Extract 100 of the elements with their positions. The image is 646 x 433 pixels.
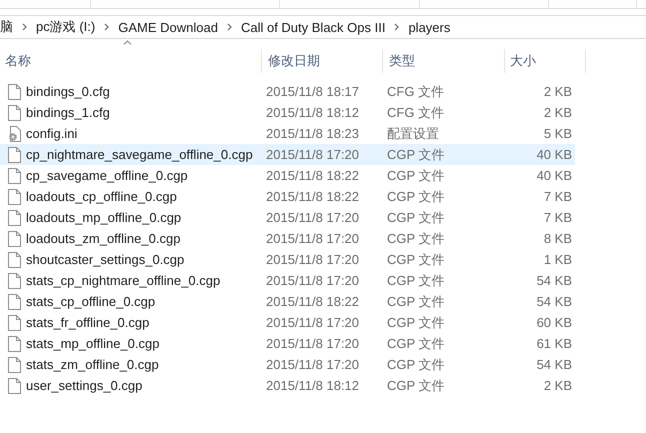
file-size: 60 KB [536,315,573,330]
breadcrumb-item[interactable]: pc游戏 (I:) [32,18,100,36]
chevron-right-icon [22,23,27,31]
document-icon [8,188,21,204]
file-name: stats_mp_offline_0.cgp [26,336,160,351]
file-name: loadouts_cp_offline_0.cgp [26,189,177,204]
document-icon [8,252,21,268]
file-size: 5 KB [542,126,573,141]
file-row[interactable]: stats_cp_nightmare_offline_0.cgp 2015/11/8 17:20 CGP 文件 54 KB [0,270,575,291]
file-row[interactable]: shoutcaster_settings_0.cgp 2015/11/8 17:20 CGP 文件 1 KB [0,249,575,270]
column-header[interactable]: 类型 [383,49,505,73]
file-row[interactable]: config.ini 2015/11/8 18:23 配置设置 5 KB [0,123,575,144]
file-size: 40 KB [536,147,573,162]
file-name: config.ini [26,126,78,141]
file-size: 8 KB [542,231,573,246]
file-type: CGP 文件 [386,376,446,394]
column-header[interactable]: 大小 [505,49,586,73]
chevron-right-icon [226,23,232,31]
document-icon [8,314,21,330]
file-date: 2015/11/8 18:23 [265,126,360,141]
file-date: 2015/11/8 17:20 [265,210,360,225]
file-name: stats_cp_offline_0.cgp [26,294,156,309]
file-date: 2015/11/8 17:20 [265,252,360,267]
file-date: 2015/11/8 17:20 [265,315,360,330]
file-date: 2015/11/8 17:20 [265,147,360,162]
document-icon [8,104,21,120]
file-name: loadouts_zm_offline_0.cgp [26,231,180,246]
breadcrumb-item[interactable]: Call of Duty Black Ops III [236,20,390,34]
file-date: 2015/11/8 18:12 [265,105,360,120]
file-row[interactable]: cp_nightmare_savegame_offline_0.cgp 2015/11/8 17:20 CGP 文件 40 KB [0,144,575,165]
document-icon [8,294,21,310]
file-size: 40 KB [536,168,573,183]
file-date: 2015/11/8 17:20 [265,273,360,288]
file-name: bindings_0.cfg [26,84,110,99]
file-row[interactable]: bindings_1.cfg 2015/11/8 18:12 CFG 文件 2 KB [0,102,575,123]
column-header[interactable]: 修改日期 [262,49,383,73]
column-header[interactable]: 名称 [0,49,262,73]
file-size: 54 KB [536,273,573,288]
file-type: CGP 文件 [386,356,446,374]
chevron-right-icon [394,23,400,31]
file-name: loadouts_mp_offline_0.cgp [26,210,182,225]
settings-file-icon [8,126,21,142]
file-name: bindings_1.cfg [26,105,110,120]
document-icon [8,378,21,394]
file-type: CGP 文件 [386,146,446,164]
file-type: CGP 文件 [386,208,446,226]
file-row[interactable]: cp_savegame_offline_0.cgp 2015/11/8 18:22 CGP 文件 40 KB [0,165,575,186]
breadcrumb-item[interactable]: players [404,20,454,34]
file-type: CGP 文件 [386,334,446,352]
file-date: 2015/11/8 17:20 [265,231,360,246]
file-date: 2015/11/8 17:20 [265,357,360,372]
file-size: 1 KB [542,252,573,267]
file-row[interactable]: loadouts_cp_offline_0.cgp 2015/11/8 18:22 CGP 文件 7 KB [0,186,575,207]
breadcrumb-item[interactable]: 脑 [0,18,17,36]
file-type: CGP 文件 [386,188,446,206]
file-size: 7 KB [542,210,573,225]
document-icon [8,84,21,100]
file-type: 配置设置 [386,124,440,142]
file-size: 54 KB [536,357,573,372]
file-type: CGP 文件 [386,250,446,268]
file-name: user_settings_0.cgp [26,378,142,393]
chevron-right-icon [104,23,110,31]
file-row[interactable]: stats_cp_offline_0.cgp 2015/11/8 18:22 CGP 文件 54 KB [0,291,575,312]
file-date: 2015/11/8 18:17 [265,84,360,99]
file-type: CGP 文件 [386,292,446,310]
file-name: cp_savegame_offline_0.cgp [26,168,188,183]
file-row[interactable]: stats_zm_offline_0.cgp 2015/11/8 17:20 CGP 文件 54 KB [0,354,575,375]
document-icon [8,336,21,352]
file-size: 7 KB [542,189,573,204]
document-icon [8,356,21,372]
file-size: 2 KB [542,105,573,120]
file-row[interactable]: stats_fr_offline_0.cgp 2015/11/8 17:20 CGP 文件 60 KB [0,312,575,333]
file-date: 2015/11/8 18:12 [265,378,360,393]
file-type: CGP 文件 [386,166,446,184]
breadcrumb-item[interactable]: GAME Download [114,20,222,34]
file-name: cp_nightmare_savegame_offline_0.cgp [26,147,253,162]
file-name: shoutcaster_settings_0.cgp [26,252,184,267]
file-row[interactable]: loadouts_mp_offline_0.cgp 2015/11/8 17:20 CGP 文件 7 KB [0,207,575,228]
file-row[interactable]: user_settings_0.cgp 2015/11/8 18:12 CGP 文件 2 KB [0,375,575,396]
file-type: CGP 文件 [386,314,446,332]
file-type: CFG 文件 [386,104,446,122]
file-date: 2015/11/8 18:22 [265,168,360,183]
file-row[interactable]: stats_mp_offline_0.cgp 2015/11/8 17:20 CGP 文件 61 KB [0,333,575,354]
file-size: 2 KB [542,84,573,99]
document-icon [8,146,21,162]
file-name: stats_cp_nightmare_offline_0.cgp [26,273,220,288]
document-icon [8,168,21,184]
file-date: 2015/11/8 18:22 [265,189,360,204]
file-type: CGP 文件 [386,230,446,248]
file-row[interactable]: bindings_0.cfg 2015/11/8 18:17 CFG 文件 2 KB [0,81,575,102]
file-name: stats_fr_offline_0.cgp [26,315,150,330]
file-name: stats_zm_offline_0.cgp [26,357,159,372]
file-date: 2015/11/8 18:22 [265,294,360,309]
document-icon [8,272,21,288]
file-size: 54 KB [536,294,573,309]
document-icon [8,210,21,226]
document-icon [8,230,21,246]
file-size: 61 KB [536,336,573,351]
file-row[interactable]: loadouts_zm_offline_0.cgp 2015/11/8 17:20 CGP 文件 8 KB [0,228,575,249]
file-size: 2 KB [542,378,573,393]
